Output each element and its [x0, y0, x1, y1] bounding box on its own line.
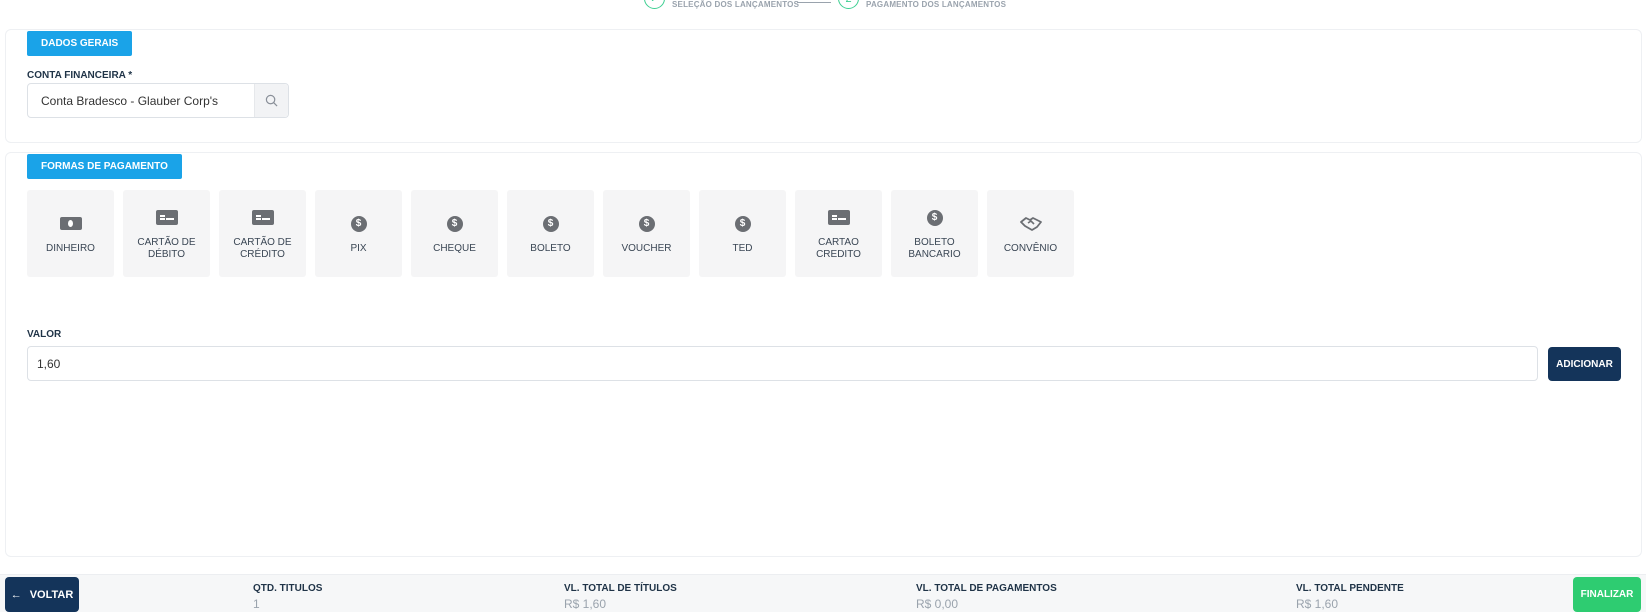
vl-total-titulos-label: VL. TOTAL DE TÍTULOS: [564, 583, 677, 594]
cash-icon: [59, 217, 82, 230]
method-pix[interactable]: $ PIX: [315, 190, 402, 277]
method-cartao-credito[interactable]: CARTÃO DE CRÉDITO: [219, 190, 306, 277]
footer-bar: ← VOLTAR QTD. TITULOS 1 VL. TOTAL DE TÍT…: [0, 574, 1646, 612]
vl-total-pendente-value: R$ 1,60: [1296, 597, 1339, 611]
method-label: BOLETO: [530, 242, 571, 254]
dollar-coin-icon: $: [350, 215, 367, 232]
search-button[interactable]: [254, 84, 288, 117]
method-cartao-debito[interactable]: CARTÃO DE DÉBITO: [123, 190, 210, 277]
qtd-titulos: QTD. TITULOS 1: [253, 583, 322, 611]
conta-financeira-value: Conta Bradesco - Glauber Corp's: [41, 93, 219, 108]
method-label: DINHEIRO: [46, 242, 95, 254]
finalizar-button[interactable]: FINALIZAR: [1573, 577, 1641, 612]
dollar-coin-icon: $: [926, 209, 943, 226]
method-convenio[interactable]: CONVÊNIO: [987, 190, 1074, 277]
vl-total-pendente: VL. TOTAL PENDENTE R$ 1,60: [1296, 583, 1404, 611]
method-cartao-credito-2[interactable]: CARTAO CREDITO: [795, 190, 882, 277]
vl-total-pagamentos-value: R$ 0,00: [916, 597, 959, 611]
vl-total-pagamentos: VL. TOTAL DE PAGAMENTOS R$ 0,00: [916, 583, 1057, 611]
method-label: VOUCHER: [621, 242, 672, 254]
qtd-titulos-label: QTD. TITULOS: [253, 583, 323, 594]
dollar-coin-icon: $: [734, 215, 751, 232]
step-2: 2 PAGAMENTO DOS LANÇAMENTOS: [838, 0, 1006, 9]
card-icon: [251, 210, 274, 225]
stepper: ✓ SELEÇÃO DOS LANÇAMENTOS 2 PAGAMENTO DO…: [0, 0, 1646, 14]
card-icon: [155, 210, 178, 225]
check-icon: ✓: [644, 0, 665, 9]
vl-total-titulos: VL. TOTAL DE TÍTULOS R$ 1,60: [564, 583, 677, 611]
qtd-titulos-value: 1: [253, 597, 260, 611]
method-label: CONVÊNIO: [1003, 242, 1058, 254]
step-1-label: SELEÇÃO DOS LANÇAMENTOS: [672, 0, 800, 9]
method-label: CARTÃO DE CRÉDITO: [233, 236, 292, 260]
method-label: PIX: [350, 242, 367, 254]
valor-input[interactable]: 1,60: [27, 346, 1538, 381]
step-2-number: 2: [838, 0, 859, 9]
dados-gerais-tab: DADOS GERAIS: [27, 31, 133, 56]
voltar-label: VOLTAR: [29, 588, 74, 601]
method-label: BOLETO BANCARIO: [908, 236, 961, 260]
dollar-coin-icon: $: [542, 215, 559, 232]
step-1: ✓ SELEÇÃO DOS LANÇAMENTOS: [644, 0, 799, 9]
formas-pagamento-tab: FORMAS DE PAGAMENTO: [27, 154, 182, 179]
method-label: TED: [732, 242, 753, 254]
arrow-left-icon: ←: [10, 588, 22, 601]
step-2-label: PAGAMENTO DOS LANÇAMENTOS: [866, 0, 1007, 9]
method-boleto-bancario[interactable]: $ BOLETO BANCARIO: [891, 190, 978, 277]
vl-total-pendente-label: VL. TOTAL PENDENTE: [1296, 583, 1404, 594]
vl-total-titulos-value: R$ 1,60: [564, 597, 607, 611]
vl-total-pagamentos-label: VL. TOTAL DE PAGAMENTOS: [916, 583, 1057, 594]
method-label: CARTAO CREDITO: [816, 236, 861, 260]
method-voucher[interactable]: $ VOUCHER: [603, 190, 690, 277]
voltar-button[interactable]: ← VOLTAR: [5, 577, 79, 612]
search-icon: [265, 94, 278, 107]
conta-financeira-label: CONTA FINANCEIRA *: [27, 70, 133, 81]
handshake-icon: [1019, 216, 1042, 231]
step-connector: [797, 2, 831, 3]
method-cheque[interactable]: $ CHEQUE: [411, 190, 498, 277]
method-dinheiro[interactable]: DINHEIRO: [27, 190, 114, 277]
conta-financeira-input[interactable]: Conta Bradesco - Glauber Corp's: [27, 83, 289, 118]
adicionar-button[interactable]: ADICIONAR: [1548, 347, 1621, 381]
valor-label: VALOR: [27, 329, 62, 340]
method-label: CARTÃO DE DÉBITO: [137, 236, 196, 260]
card-icon: [827, 210, 850, 225]
payment-methods: DINHEIRO CARTÃO DE DÉBITO CARTÃO DE CRÉD…: [27, 190, 1074, 277]
method-label: CHEQUE: [433, 242, 476, 254]
dollar-coin-icon: $: [638, 215, 655, 232]
method-ted[interactable]: $ TED: [699, 190, 786, 277]
formas-pagamento-card: FORMAS DE PAGAMENTO DINHEIRO CARTÃO DE D…: [5, 152, 1642, 557]
method-boleto[interactable]: $ BOLETO: [507, 190, 594, 277]
dados-gerais-card: DADOS GERAIS CONTA FINANCEIRA * Conta Br…: [5, 29, 1642, 143]
dollar-coin-icon: $: [446, 215, 463, 232]
